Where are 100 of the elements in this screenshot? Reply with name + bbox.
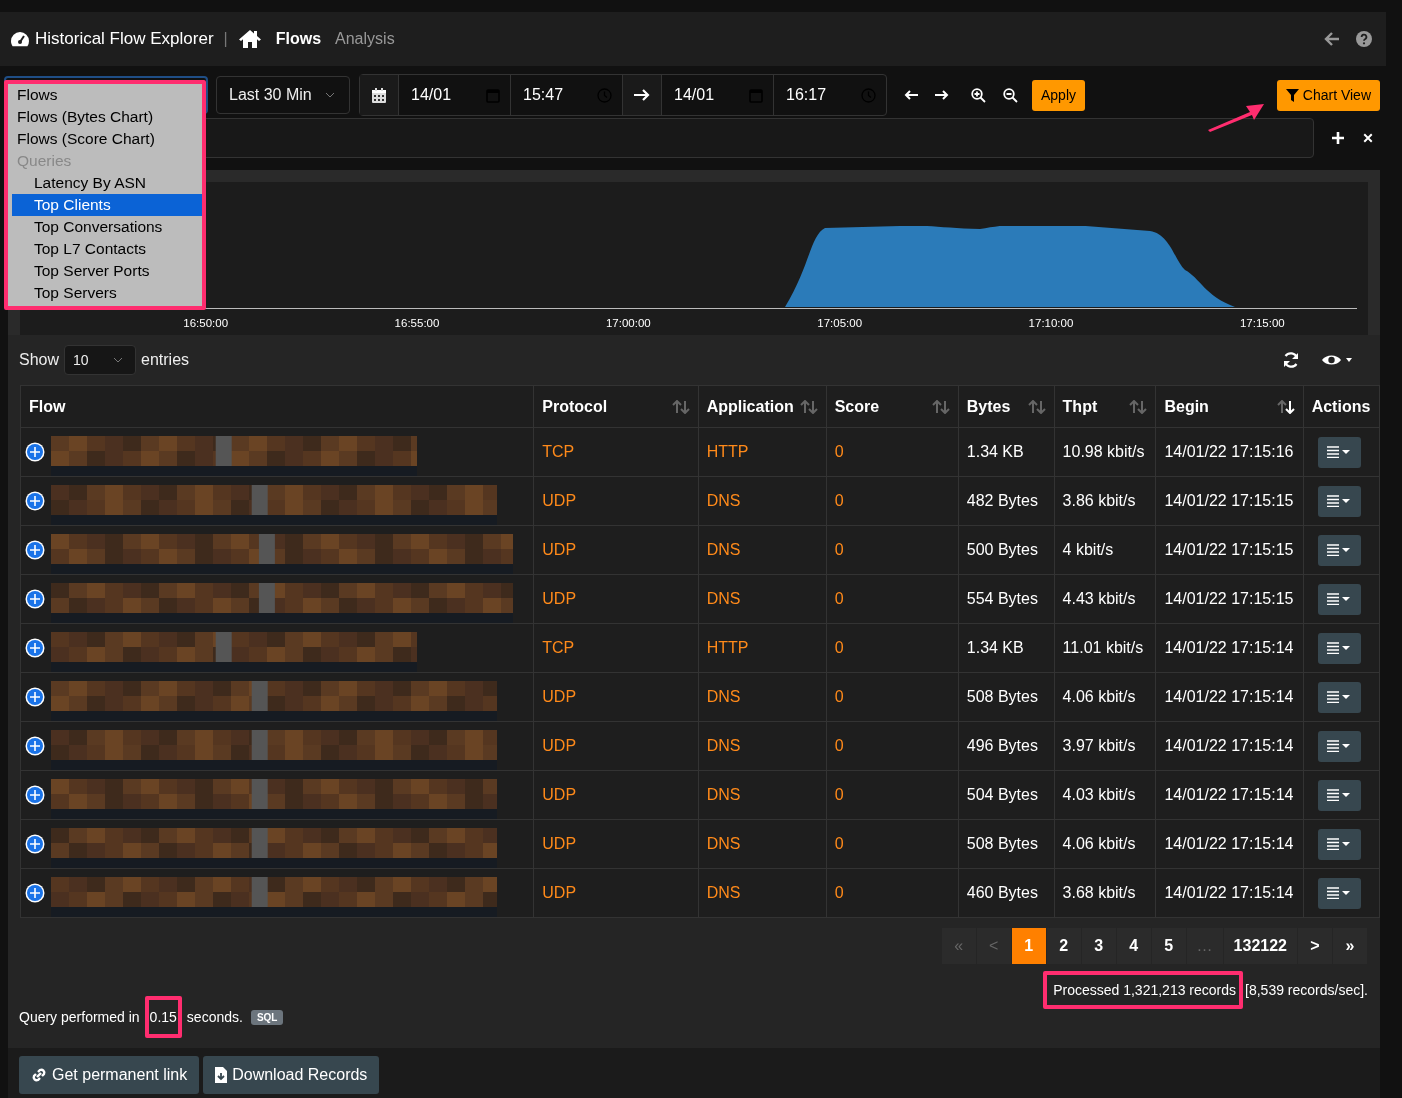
gauge-icon	[10, 31, 30, 47]
list-caret-icon	[1327, 740, 1352, 752]
actions-button[interactable]	[1317, 779, 1361, 811]
protocol-cell: UDP	[542, 688, 577, 705]
expand-plus-icon[interactable]	[25, 491, 45, 511]
column-header[interactable]: Score	[826, 385, 959, 428]
application-cell: DNS	[706, 590, 741, 607]
chart-view-button[interactable]: Chart View	[1276, 79, 1380, 111]
home-icon[interactable]	[237, 29, 262, 49]
actions-button[interactable]	[1317, 534, 1361, 566]
page-button[interactable]: 132122	[1223, 928, 1298, 964]
actions-button[interactable]	[1317, 632, 1361, 664]
page-button[interactable]: 3	[1081, 928, 1117, 964]
table-cell: 14/01/22 17:15:16	[1164, 443, 1294, 460]
protocol-cell: UDP	[542, 492, 577, 509]
nav-link[interactable]: Analysis	[335, 30, 395, 48]
axis-label: 16:55:00	[393, 317, 441, 331]
sql-badge[interactable]: SQL	[250, 1009, 284, 1025]
expand-plus-icon[interactable]	[25, 589, 45, 609]
expand-plus-icon[interactable]	[25, 638, 45, 658]
score-cell: 0	[834, 492, 844, 509]
score-cell: 0	[834, 786, 844, 803]
list-caret-icon	[1327, 789, 1352, 801]
column-header[interactable]: Thpt	[1054, 385, 1156, 428]
application-cell: DNS	[706, 541, 741, 558]
nav-link[interactable]: Flows	[275, 30, 322, 48]
dropdown-option[interactable]: Top Clients	[12, 194, 202, 216]
table-cell: 508 Bytes	[966, 688, 1038, 705]
page-button[interactable]: 4	[1116, 928, 1152, 964]
dropdown-option[interactable]: Top Server Ports	[12, 260, 202, 282]
actions-button[interactable]	[1317, 828, 1361, 860]
page-button[interactable]: >	[1298, 928, 1333, 964]
dropdown-option[interactable]: Latency By ASN	[12, 172, 202, 194]
dropdown-option[interactable]: Top Conversations	[12, 216, 202, 238]
application-cell: DNS	[706, 737, 741, 754]
axis-label: 17:10:00	[1027, 317, 1075, 331]
table-cell: 14/01/22 17:15:15	[1164, 590, 1294, 607]
score-cell: 0	[834, 443, 844, 460]
column-header: Flow	[20, 385, 534, 428]
application-cell: DNS	[706, 884, 741, 901]
actions-button[interactable]	[1317, 730, 1361, 762]
zoom-out-icon[interactable]	[1003, 87, 1018, 103]
column-header[interactable]: Application	[698, 385, 827, 428]
dropdown-option[interactable]: Flows (Score Chart)	[12, 128, 202, 150]
actions-button[interactable]	[1317, 877, 1361, 909]
expand-plus-icon[interactable]	[25, 785, 45, 805]
table-cell: 11.01 kbit/s	[1062, 639, 1144, 656]
chevron-down-icon	[113, 357, 124, 363]
add-icon[interactable]	[1330, 130, 1346, 146]
expand-plus-icon[interactable]	[25, 442, 45, 462]
page-button[interactable]: »	[1333, 928, 1368, 964]
actions-button[interactable]	[1317, 583, 1361, 615]
expand-plus-icon[interactable]	[25, 687, 45, 707]
chevron-down-icon	[325, 92, 335, 98]
column-header[interactable]: Bytes	[958, 385, 1055, 428]
apply-button[interactable]: Apply	[1032, 79, 1086, 111]
query-time-value: 0.15	[149, 1009, 177, 1025]
right-arrow-icon[interactable]	[935, 90, 949, 100]
protocol-cell: UDP	[542, 786, 577, 803]
axis-label: 17:00:00	[604, 317, 652, 331]
records-summary: Processed 1,321,213 records	[1053, 982, 1237, 998]
dropdown-option[interactable]: Top Servers	[12, 282, 202, 304]
actions-button[interactable]	[1317, 485, 1361, 517]
expand-plus-icon[interactable]	[25, 883, 45, 903]
refresh-icon[interactable]	[1282, 351, 1300, 369]
permanent-link-button[interactable]: Get permanent link	[19, 1056, 200, 1094]
table-cell: 4.06 kbit/s	[1062, 835, 1136, 852]
page-button[interactable]: 2	[1046, 928, 1082, 964]
list-caret-icon	[1327, 495, 1352, 507]
protocol-cell: UDP	[542, 590, 577, 607]
table-cell: 4.03 kbit/s	[1062, 786, 1136, 803]
table-cell: 1.34 KB	[966, 639, 1024, 656]
close-icon[interactable]	[1362, 132, 1374, 144]
dropdown-option[interactable]: Flows	[12, 84, 202, 106]
expand-plus-icon[interactable]	[25, 736, 45, 756]
actions-button[interactable]	[1317, 436, 1361, 468]
table-cell: 500 Bytes	[966, 541, 1038, 558]
help-icon[interactable]	[1356, 31, 1372, 47]
table-cell: 14/01/22 17:15:14	[1164, 639, 1294, 656]
column-header[interactable]: Protocol	[533, 385, 699, 428]
table-cell: 14/01/22 17:15:15	[1164, 541, 1294, 558]
entries-select[interactable]: 10	[64, 345, 137, 375]
page-button[interactable]: 5	[1151, 928, 1187, 964]
download-button[interactable]: Download Records	[203, 1056, 380, 1094]
list-caret-icon	[1327, 642, 1352, 654]
left-arrow-icon[interactable]	[904, 90, 918, 100]
back-arrow-icon[interactable]	[1324, 32, 1340, 46]
column-header: Actions	[1303, 385, 1380, 428]
zoom-in-icon[interactable]	[971, 87, 986, 103]
range-select[interactable]: Last 30 Min	[216, 76, 350, 114]
dropdown-option[interactable]: Flows (Bytes Chart)	[12, 106, 202, 128]
actions-button[interactable]	[1317, 681, 1361, 713]
column-header[interactable]: Begin	[1155, 385, 1304, 428]
expand-plus-icon[interactable]	[25, 834, 45, 854]
eye-dropdown-icon[interactable]	[1322, 353, 1352, 367]
protocol-cell: UDP	[542, 884, 577, 901]
expand-plus-icon[interactable]	[25, 540, 45, 560]
list-caret-icon	[1327, 838, 1352, 850]
table-cell: 496 Bytes	[966, 737, 1038, 754]
dropdown-option[interactable]: Top L7 Contacts	[12, 238, 202, 260]
